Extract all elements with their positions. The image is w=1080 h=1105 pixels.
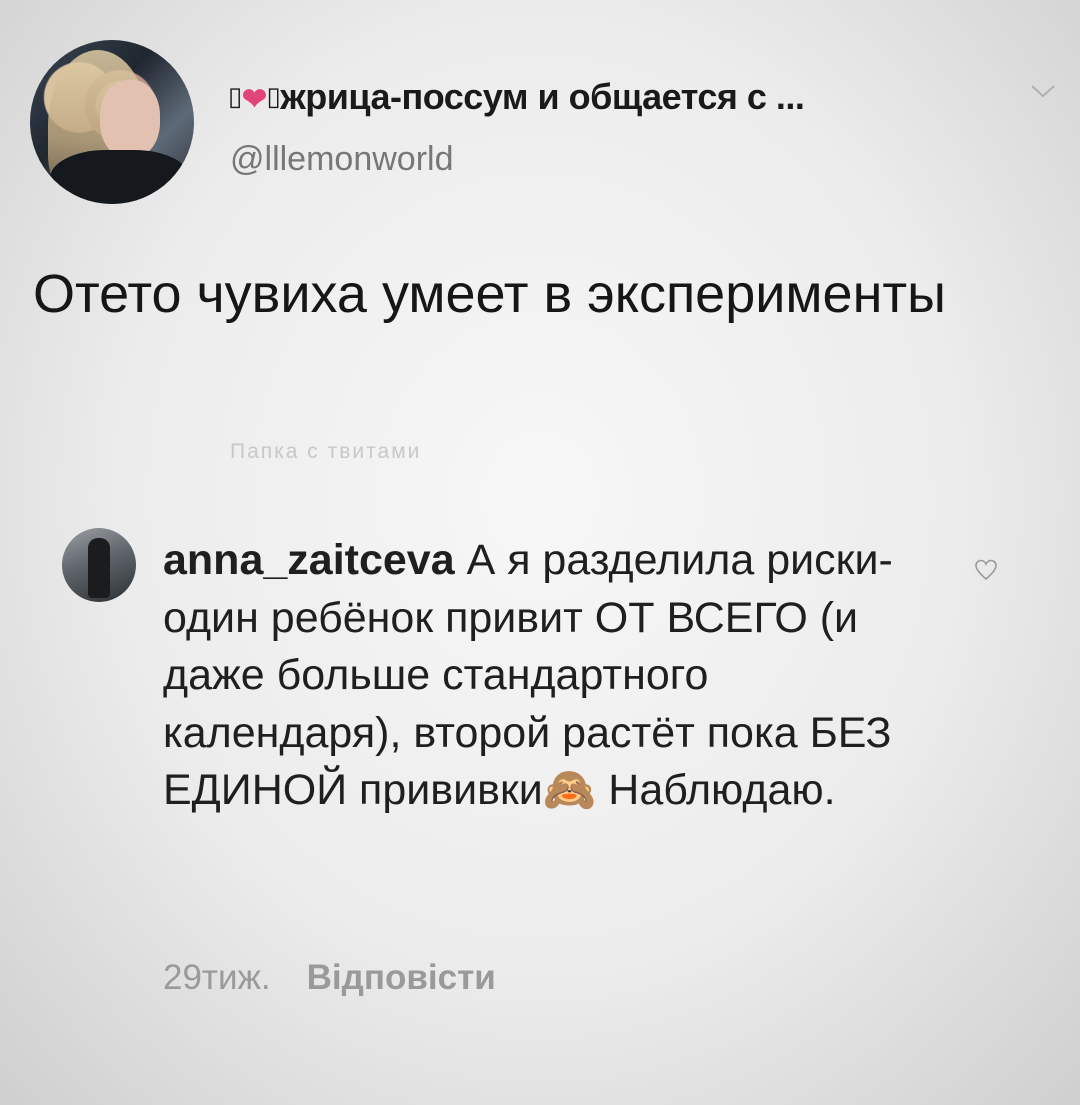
- commenter-avatar[interactable]: [62, 528, 136, 602]
- comment-time: 29тиж.: [163, 958, 271, 997]
- comment-username[interactable]: anna_zaitceva: [163, 536, 455, 584]
- avatar-jacket: [50, 150, 190, 204]
- user-handle[interactable]: @lllemonworld: [230, 140, 453, 179]
- comment-body: anna_zaitceva А я разделила риски- один …: [163, 532, 933, 820]
- heart-emoji: ❤: [241, 83, 267, 116]
- emoji-placeholder-1: ▯: [228, 81, 242, 111]
- comment-meta: 29тиж. Відповісти: [163, 958, 496, 998]
- avatar-face: [100, 80, 160, 158]
- avatar-figure: [88, 538, 110, 598]
- reply-button[interactable]: Відповісти: [307, 958, 496, 997]
- display-name[interactable]: ▯❤▯жрица-поссум и общается с ...: [228, 76, 998, 118]
- heart-outline-icon[interactable]: [974, 558, 998, 582]
- chevron-down-icon[interactable]: [1030, 78, 1056, 106]
- ghost-text: Папка с твитами: [230, 440, 422, 463]
- tweet-text: Отето чувиха умеет в эксперименты: [33, 264, 946, 324]
- display-name-text: жрица-поссум и общается с ...: [280, 76, 805, 117]
- emoji-placeholder-2: ▯: [266, 81, 281, 111]
- profile-avatar[interactable]: [30, 40, 194, 204]
- screenshot-page: ▯❤▯жрица-поссум и общается с ... @lllemo…: [0, 0, 1080, 1105]
